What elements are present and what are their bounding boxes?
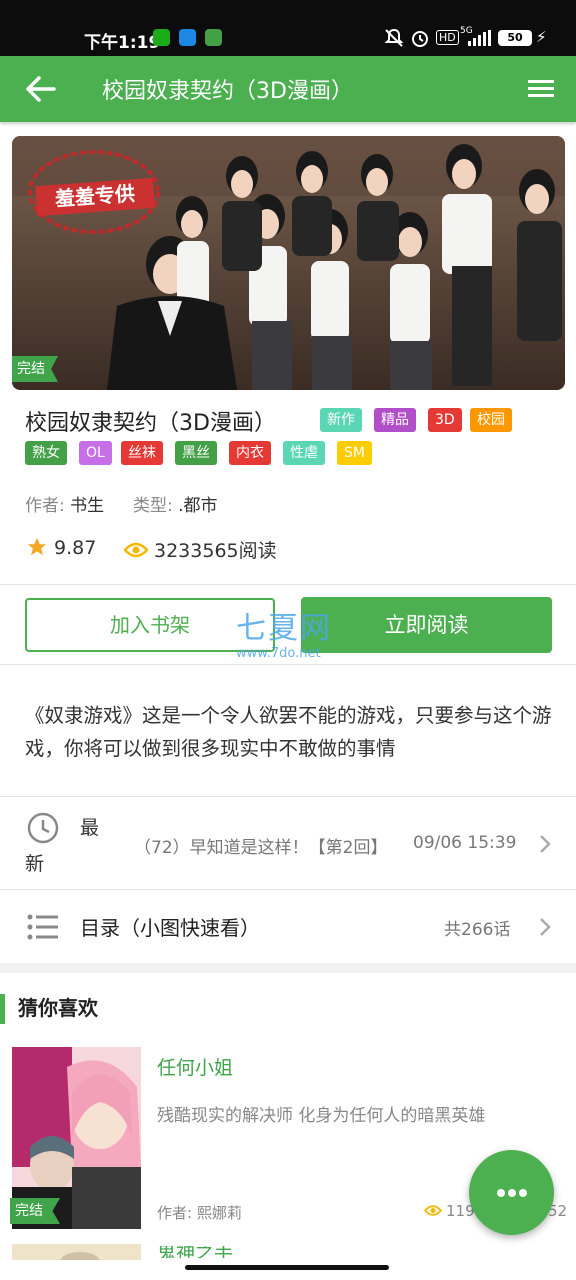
recommend-author-label: 作者: (157, 1204, 193, 1222)
tag-chip[interactable]: 3D (428, 408, 462, 432)
recommend-status-badge: 完结 (10, 1198, 60, 1224)
tag-chip[interactable]: 黑丝 (175, 441, 217, 465)
tag-chip[interactable]: 新作 (320, 408, 362, 432)
recommend-title-text: 猜你喜欢 (18, 996, 98, 1020)
eye-icon (424, 1205, 442, 1216)
tag-chip[interactable]: 内衣 (229, 441, 271, 465)
chevron-right-icon (540, 918, 551, 936)
recommend-item-author: 作者: 熙娜莉 (157, 1202, 242, 1223)
latest-chapter-date: 09/06 15:39 (413, 833, 517, 853)
recommend-item-title[interactable]: 任何小姐 (157, 1053, 233, 1080)
section-accent-bar (0, 994, 5, 1024)
charging-icon: ⚡ (536, 28, 547, 46)
recommend-section-title: 猜你喜欢 (18, 992, 98, 1021)
upload-app-icon (179, 29, 196, 46)
wechat-icon (153, 29, 170, 46)
recommend-item-cover[interactable] (12, 1244, 141, 1260)
book-description: 《奴隶游戏》这是一个令人欲罢不能的游戏，只要参与这个游戏，你将可以做到很多现实中… (25, 704, 552, 760)
divider (0, 664, 576, 665)
back-arrow-icon[interactable] (24, 74, 58, 104)
tag-chip[interactable]: 精品 (374, 408, 416, 432)
gesture-nav-bar[interactable] (185, 1265, 389, 1270)
recommend-item-title[interactable]: 鬼神之手 (157, 1246, 257, 1258)
status-badge: 完结 (12, 356, 58, 382)
list-icon (27, 914, 58, 940)
view-count-value: 3233565阅读 (154, 540, 277, 562)
genre-label: 类型: (133, 496, 173, 516)
toc-label: 目录（小图快速看） (80, 916, 260, 940)
alarm-icon (412, 31, 428, 47)
star-icon (27, 537, 47, 556)
latest-label-line2: 新 (25, 853, 45, 875)
watermark-name: 七夏网 (236, 611, 332, 646)
latest-chapter-row[interactable]: 最 新 （72）早知道是这样！【第2回】 09/06 15:39 (0, 797, 576, 890)
genre-name[interactable]: .都市 (178, 496, 217, 516)
book-cover[interactable]: 羞羞专供 (12, 136, 565, 390)
status-time: 下午1:19 (84, 33, 161, 53)
section-separator (0, 963, 576, 973)
read-now-button[interactable]: 立即阅读 (301, 597, 552, 653)
tag-chip[interactable]: 丝袜 (121, 441, 163, 465)
divider (0, 584, 576, 585)
author-name[interactable]: 书生 (70, 496, 104, 516)
author-meta: 作者: 书生 (25, 491, 104, 516)
signal-icon (468, 30, 491, 46)
mute-bell-icon (384, 28, 404, 47)
battery-level: 50 (507, 31, 523, 44)
rating: 9.87 (26, 536, 96, 559)
rating-value: 9.87 (54, 537, 97, 559)
app-bar: 校园奴隶契约（3D漫画） (0, 56, 576, 122)
clock-icon (27, 812, 59, 844)
tag-chip[interactable]: 熟女 (25, 441, 67, 465)
more-actions-button[interactable] (469, 1150, 554, 1235)
tag-chip[interactable]: SM (337, 441, 372, 465)
genre-meta: 类型: .都市 (133, 491, 218, 516)
table-of-contents-row[interactable]: 目录（小图快速看） 共266话 (0, 890, 576, 963)
android-app-icon (205, 29, 222, 46)
cover-illustration: 羞羞专供 (12, 136, 565, 390)
book-title: 校园奴隶契约（3D漫画） (25, 411, 276, 436)
status-bar: 下午1:19 HD 5G 50 ⚡ (0, 0, 576, 56)
tag-chip[interactable]: 校园 (470, 408, 512, 432)
more-dots-icon (497, 1189, 527, 1197)
recommend-item-desc: 残酷现实的解决师 化身为任何人的暗黑英雄 (157, 1106, 486, 1126)
watermark-url: www.7do.net (236, 646, 321, 661)
watermark: 七夏网 www.7do.net (236, 612, 332, 662)
hd-badge: HD (436, 30, 459, 45)
tag-chip[interactable]: OL (79, 441, 112, 465)
tag-chip[interactable]: 性虐 (283, 441, 325, 465)
recommend-item-title-text: 鬼神之手 (157, 1246, 234, 1258)
view-count: 3233565阅读 (123, 536, 277, 563)
chevron-right-icon (540, 835, 551, 853)
page-title: 校园奴隶契约（3D漫画） (102, 79, 353, 104)
menu-icon[interactable] (526, 76, 556, 102)
eye-icon (123, 542, 149, 558)
chapter-count: 共266话 (444, 920, 511, 940)
battery-icon: 50 (498, 30, 532, 46)
recommend-author-name: 熙娜莉 (196, 1204, 242, 1222)
author-label: 作者: (25, 496, 65, 516)
latest-label-line1: 最 (80, 817, 100, 839)
latest-chapter-title: （72）早知道是这样！【第2回】 (134, 838, 388, 858)
